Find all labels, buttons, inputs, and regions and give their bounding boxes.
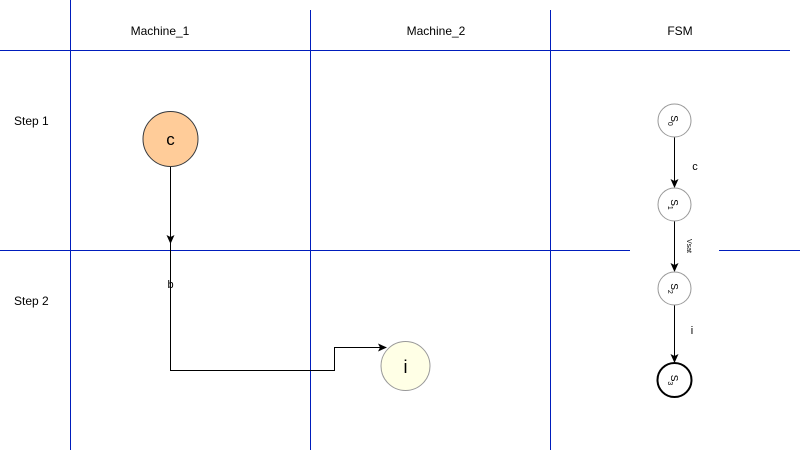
edge-c-to-i: b [166, 167, 387, 371]
node-c[interactable]: c [142, 111, 199, 167]
column-header-fsm: FSM [667, 24, 692, 38]
fsm-transition-0-label: c [692, 161, 698, 173]
fsm-transition-1: Vsat [670, 221, 692, 272]
node-i-label: i [404, 357, 408, 377]
swimlane-diagram: Machine_1 Machine_2 FSM Step 1 Step 2 b … [0, 0, 800, 450]
fsm-state-s1-sub: 1 [666, 206, 673, 210]
node-i[interactable]: i [380, 341, 431, 391]
fsm-state-s0-sub: 0 [666, 122, 673, 126]
fsm-state-s3-sub: 3 [666, 381, 673, 385]
edge-c-to-i-label: b [167, 279, 173, 291]
column-header-machine-2: Machine_2 [407, 24, 466, 38]
row-header-step-1: Step 1 [14, 114, 49, 128]
fsm-transition-2: i [670, 305, 693, 363]
row-headers: Step 1 Step 2 [14, 114, 49, 308]
fsm: c Vsat i S0 S1 S2 S3 [656, 103, 698, 398]
node-c-label: c [166, 130, 175, 149]
edge-c-to-i-continuation [170, 243, 387, 371]
fsm-transition-0: c [670, 137, 698, 188]
column-headers: Machine_1 Machine_2 FSM [131, 24, 693, 38]
fsm-state-s1[interactable]: S1 [657, 187, 692, 222]
column-header-machine-1: Machine_1 [131, 24, 190, 38]
fsm-transition-2-label: i [691, 325, 693, 337]
fsm-state-s2[interactable]: S2 [657, 271, 692, 306]
fsm-state-s2-sub: 2 [666, 290, 673, 294]
fsm-state-s3[interactable]: S3 [656, 362, 693, 398]
fsm-transition-1-label: Vsat [685, 239, 692, 253]
row-header-step-2: Step 2 [14, 294, 49, 308]
fsm-state-s0[interactable]: S0 [657, 103, 692, 138]
